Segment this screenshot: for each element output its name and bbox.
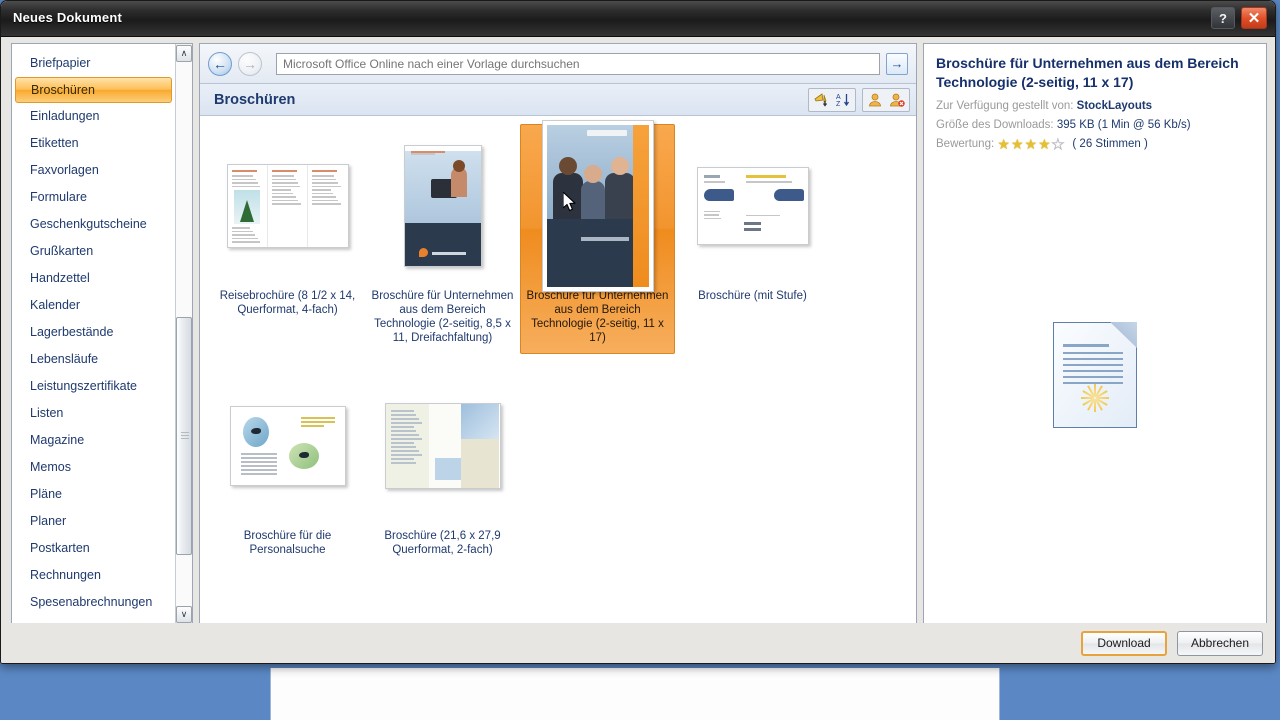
template-item-5[interactable]: Broschüre (21,6 x 27,9 Querformat, 2-fac…	[365, 364, 520, 566]
loading-spinner-icon	[1079, 382, 1111, 414]
sidebar-item-13[interactable]: Listen	[12, 400, 176, 427]
rating-stars[interactable]: ★ ★ ★ ★ ★	[997, 137, 1065, 152]
sidebar-item-20[interactable]: Spesenabrechnungen	[12, 589, 176, 616]
size-label: Größe des Downloads:	[936, 119, 1054, 131]
scrollbar-thumb[interactable]	[176, 317, 192, 555]
star-icon-2[interactable]: ★	[1011, 137, 1024, 151]
template-grid: Reisebrochüre (8 1/2 x 14, Querformat, 4…	[200, 116, 916, 624]
template-item-3[interactable]: Broschüre (mit Stufe)	[675, 124, 830, 354]
template-label: Broschüre für Unternehmen aus dem Bereic…	[526, 290, 669, 344]
star-icon-5[interactable]: ★	[1051, 137, 1065, 152]
scroll-down-arrow-icon[interactable]: ∨	[176, 606, 192, 623]
back-arrow-icon[interactable]: ←	[208, 51, 232, 76]
rating-votes: ( 26 Stimmen )	[1072, 138, 1148, 150]
sidebar-item-7[interactable]: Grußkarten	[12, 238, 176, 265]
forward-arrow-icon[interactable]: →	[238, 51, 262, 76]
template-thumbnail	[215, 371, 360, 521]
template-label: Broschüre (21,6 x 27,9 Querformat, 2-fac…	[384, 530, 501, 556]
new-document-dialog: Neues Dokument ? ✕ Briefpapier Broschüren…	[0, 0, 1276, 664]
sidebar-item-9[interactable]: Kalender	[12, 292, 176, 319]
sidebar-item-5[interactable]: Formulare	[12, 184, 176, 211]
template-item-4[interactable]: Broschüre für die Personalsuche	[210, 364, 365, 566]
preview-rating-row: Bewertung: ★ ★ ★ ★ ★ ( 26 Stimmen )	[936, 136, 1254, 152]
preview-panel: Broschüre für Unternehmen aus dem Bereic…	[923, 43, 1267, 625]
sidebar-item-12[interactable]: Leistungszertifikate	[12, 373, 176, 400]
user-icon[interactable]	[864, 90, 886, 110]
document-loading-icon	[1053, 322, 1137, 428]
provider-value[interactable]: StockLayouts	[1077, 100, 1152, 112]
rating-label: Bewertung:	[936, 138, 995, 150]
preview-provider-row: Zur Verfügung gestellt von: StockLayouts	[936, 98, 1254, 114]
search-input[interactable]	[276, 52, 880, 75]
dialog-title: Neues Dokument	[13, 10, 122, 25]
template-item-1[interactable]: Broschüre für Unternehmen aus dem Bereic…	[365, 124, 520, 354]
templates-panel: ← → → Broschüren	[199, 43, 917, 625]
category-list: Briefpapier Broschüren Einladungen Etikette…	[12, 44, 176, 624]
sidebar-item-1[interactable]: Broschüren	[15, 77, 172, 103]
sidebar-item-18[interactable]: Postkarten	[12, 535, 176, 562]
template-item-0[interactable]: Reisebrochüre (8 1/2 x 14, Querformat, 4…	[210, 124, 365, 354]
sidebar-item-10[interactable]: Lagerbestände	[12, 319, 176, 346]
help-button[interactable]: ?	[1211, 7, 1235, 29]
scroll-up-arrow-icon[interactable]: ∧	[176, 45, 192, 62]
template-thumbnail	[680, 131, 825, 281]
category-sidebar: Briefpapier Broschüren Einladungen Etikette…	[11, 43, 193, 625]
sidebar-item-19[interactable]: Rechnungen	[12, 562, 176, 589]
sidebar-item-17[interactable]: Planer	[12, 508, 176, 535]
sort-tool-group: A Z	[808, 87, 856, 112]
preview-size-row: Größe des Downloads: 395 KB (1 Min @ 56 …	[936, 117, 1254, 133]
sidebar-item-6[interactable]: Geschenkgutscheine	[12, 211, 176, 238]
preview-title: Broschüre für Unternehmen aus dem Bereic…	[936, 55, 1239, 90]
dialog-footer: Download Abbrechen	[1, 623, 1275, 663]
dialog-body: Briefpapier Broschüren Einladungen Etikette…	[1, 37, 1275, 663]
user-tool-group	[862, 87, 910, 112]
sidebar-item-8[interactable]: Handzettel	[12, 265, 176, 292]
sort-az-icon[interactable]: A Z	[832, 90, 854, 110]
template-label: Broschüre für Unternehmen aus dem Bereic…	[371, 290, 514, 344]
size-value: 395 KB (1 Min @ 56 Kb/s)	[1056, 119, 1191, 131]
template-thumbnail	[215, 131, 360, 281]
sidebar-item-2[interactable]: Einladungen	[12, 103, 176, 130]
template-thumbnail	[525, 120, 670, 292]
svg-text:Z: Z	[836, 101, 841, 108]
template-thumbnail	[370, 131, 515, 281]
template-label: Broschüre für die Personalsuche	[243, 530, 332, 556]
close-button[interactable]: ✕	[1241, 7, 1267, 29]
cancel-button[interactable]: Abbrechen	[1177, 630, 1263, 656]
section-title: Broschüren	[214, 91, 296, 108]
star-icon-1[interactable]: ★	[997, 137, 1010, 151]
template-thumbnail	[370, 371, 515, 521]
document-page-behind	[270, 668, 1000, 720]
provider-label: Zur Verfügung gestellt von:	[936, 100, 1074, 112]
download-button[interactable]: Download	[1081, 630, 1167, 656]
template-item-2[interactable]: Broschüre für Unternehmen aus dem Bereic…	[520, 120, 675, 354]
sidebar-item-0[interactable]: Briefpapier	[12, 50, 176, 77]
sidebar-item-14[interactable]: Magazine	[12, 427, 176, 454]
sidebar-item-15[interactable]: Memos	[12, 454, 176, 481]
sidebar-item-3[interactable]: Etiketten	[12, 130, 176, 157]
sidebar-item-11[interactable]: Lebensläufe	[12, 346, 176, 373]
svg-text:A: A	[836, 94, 841, 101]
template-label: Broschüre (mit Stufe)	[698, 290, 807, 302]
sidebar-item-16[interactable]: Pläne	[12, 481, 176, 508]
search-toolbar: ← → →	[200, 44, 916, 84]
template-label: Reisebrochüre (8 1/2 x 14, Querformat, 4…	[219, 290, 356, 316]
user-remove-icon[interactable]	[886, 90, 908, 110]
search-go-button[interactable]: →	[886, 52, 908, 75]
dialog-titlebar[interactable]: Neues Dokument ? ✕	[1, 1, 1275, 37]
sidebar-item-4[interactable]: Faxvorlagen	[12, 157, 176, 184]
star-icon-3[interactable]: ★	[1025, 137, 1038, 151]
pin-sort-icon[interactable]	[810, 90, 832, 110]
scrollbar-track[interactable]	[176, 62, 192, 606]
scrollbar-grip-icon	[181, 432, 189, 440]
section-header: Broschüren A Z	[200, 84, 916, 116]
sidebar-scrollbar[interactable]: ∧ ∨	[175, 44, 192, 624]
star-icon-4[interactable]: ★	[1038, 137, 1051, 151]
